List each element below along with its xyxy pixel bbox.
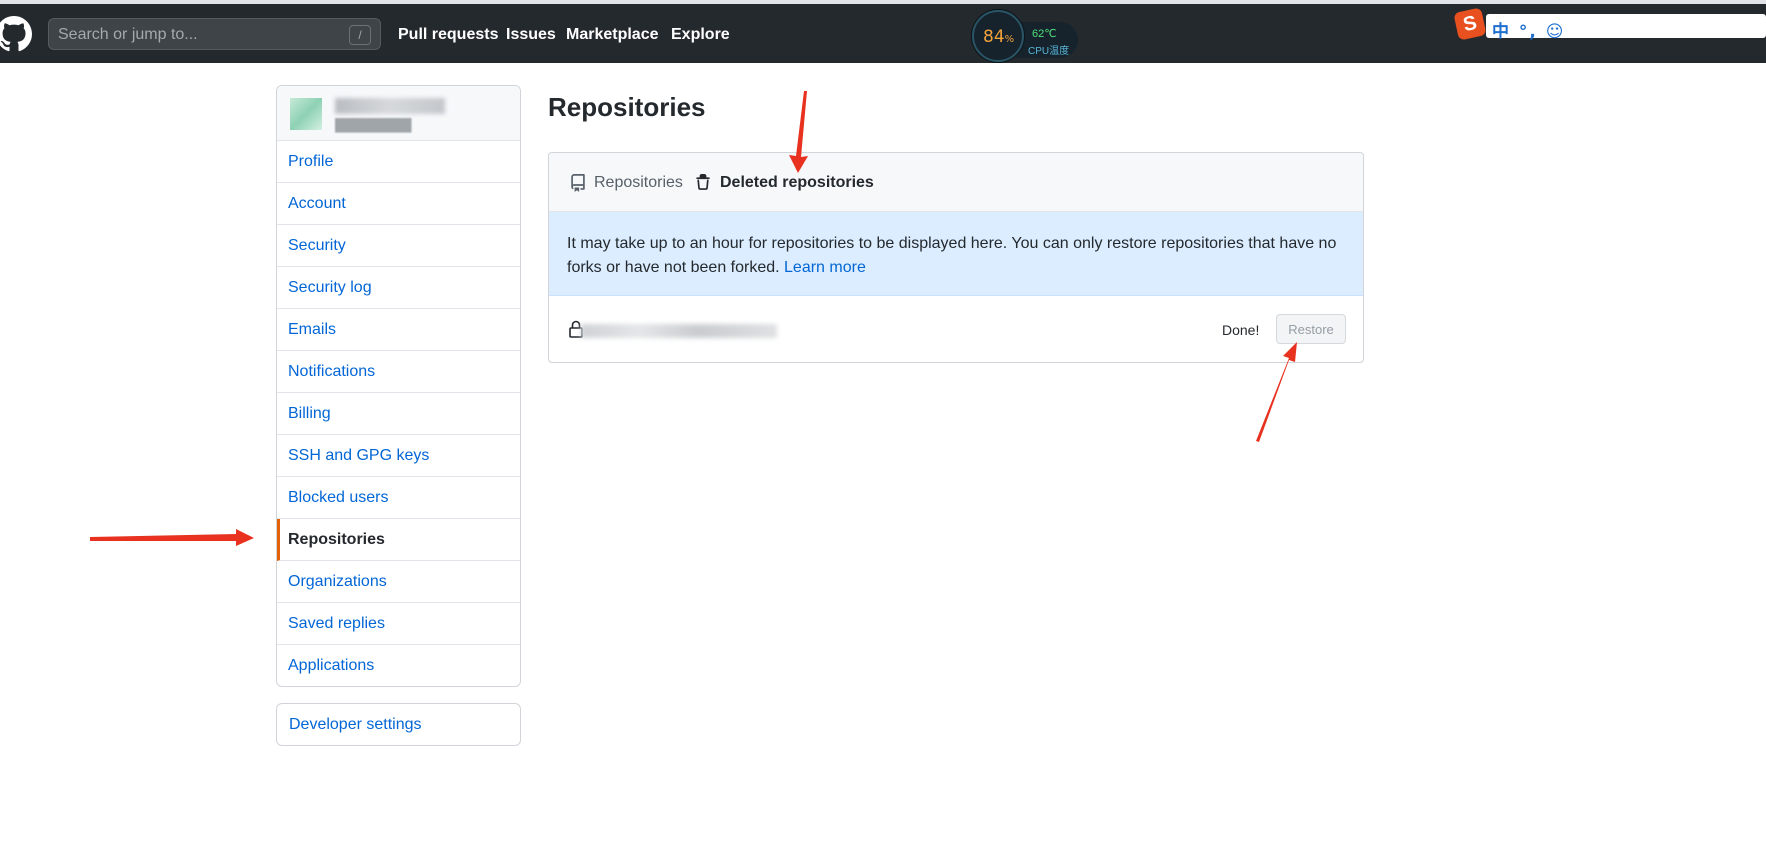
sidebar-item-label: Blocked users bbox=[288, 489, 389, 506]
annotation-arrow-sidebar-repositories bbox=[90, 529, 254, 546]
search-placeholder: Search or jump to... bbox=[58, 26, 198, 43]
cpu-temperature: 62℃ bbox=[1032, 28, 1057, 40]
sidebar-item-label: Saved replies bbox=[288, 615, 385, 632]
sidebar-item-label: Billing bbox=[288, 405, 331, 422]
info-notice-text: It may take up to an hour for repositori… bbox=[567, 235, 1337, 276]
github-logo-icon[interactable] bbox=[0, 16, 32, 52]
sidebar-item-label: Repositories bbox=[288, 531, 385, 548]
sidebar-item-security[interactable]: Security bbox=[277, 225, 520, 267]
sidebar-item-billing[interactable]: Billing bbox=[277, 393, 520, 435]
cpu-load-unit: % bbox=[1004, 34, 1015, 45]
sidebar-item-label: Applications bbox=[288, 657, 375, 674]
sidebar-item-account[interactable]: Account bbox=[277, 183, 520, 225]
sidebar-item-label: Organizations bbox=[288, 573, 387, 590]
tab-deleted-repositories[interactable]: Deleted repositories bbox=[720, 174, 874, 192]
sidebar-item-saved-replies[interactable]: Saved replies bbox=[277, 603, 520, 645]
sidebar-user-header: █████████ bbox=[277, 86, 520, 141]
restore-button[interactable]: Restore bbox=[1276, 314, 1346, 344]
deleted-repo-row: Done! Restore bbox=[549, 296, 1363, 362]
sidebar-item-security-log[interactable]: Security log bbox=[277, 267, 520, 309]
redacted-repo-name bbox=[581, 324, 777, 338]
sidebar-item-notifications[interactable]: Notifications bbox=[277, 351, 520, 393]
page-title: Repositories bbox=[548, 92, 706, 122]
sidebar-item-repositories[interactable]: Repositories bbox=[277, 519, 520, 561]
sidebar-item-emails[interactable]: Emails bbox=[277, 309, 520, 351]
redacted-username bbox=[335, 98, 445, 114]
sidebar-item-label: Emails bbox=[288, 321, 337, 338]
ime-toolbar[interactable]: S 中 °, ☺ bbox=[1452, 7, 1766, 42]
redacted-subtitle: █████████ bbox=[335, 118, 412, 132]
sidebar-item-developer-settings[interactable]: Developer settings bbox=[276, 703, 521, 746]
ime-toolbar-text[interactable]: 中 °, ☺ bbox=[1492, 17, 1566, 42]
sidebar-item-label: Developer settings bbox=[289, 716, 422, 733]
sidebar-item-label: Security bbox=[288, 237, 346, 254]
sidebar-item-label: SSH and GPG keys bbox=[288, 447, 430, 464]
repository-tabs: Repositories Deleted repositories bbox=[549, 153, 1363, 212]
sidebar-item-organizations[interactable]: Organizations bbox=[277, 561, 520, 603]
trash-icon bbox=[696, 174, 710, 190]
avatar[interactable] bbox=[290, 98, 322, 130]
cpu-temperature-label: CPU温度 bbox=[1028, 46, 1070, 57]
repo-icon bbox=[571, 174, 585, 192]
sidebar-item-blocked-users[interactable]: Blocked users bbox=[277, 477, 520, 519]
sidebar-item-label: Profile bbox=[288, 153, 334, 170]
tab-repositories[interactable]: Repositories bbox=[594, 174, 683, 192]
info-notice: It may take up to an hour for repositori… bbox=[549, 212, 1363, 296]
sidebar-item-applications[interactable]: Applications bbox=[277, 645, 520, 686]
sidebar-item-ssh-gpg-keys[interactable]: SSH and GPG keys bbox=[277, 435, 520, 477]
sidebar-item-profile[interactable]: Profile bbox=[277, 141, 520, 183]
cpu-load-value: 84 bbox=[983, 27, 1005, 47]
sogou-s-icon[interactable]: S bbox=[1453, 7, 1487, 41]
restore-status: Done! bbox=[1222, 322, 1260, 338]
search-input[interactable]: Search or jump to... / bbox=[48, 18, 381, 50]
sidebar-item-label: Notifications bbox=[288, 363, 376, 380]
sidebar-item-label: Account bbox=[288, 195, 346, 212]
nav-marketplace[interactable]: Marketplace bbox=[566, 26, 659, 44]
settings-sidebar: █████████ Profile Account Security Secur… bbox=[276, 85, 521, 687]
nav-pull-requests[interactable]: Pull requests bbox=[398, 26, 498, 44]
deleted-repositories-panel: Repositories Deleted repositories It may… bbox=[548, 152, 1364, 363]
annotation-arrows bbox=[90, 91, 1297, 546]
cpu-monitor-widget[interactable]: 84% 62℃ CPU温度 bbox=[972, 10, 1078, 62]
learn-more-link[interactable]: Learn more bbox=[784, 259, 866, 276]
nav-issues[interactable]: Issues bbox=[506, 26, 556, 44]
sidebar-item-label: Security log bbox=[288, 279, 372, 296]
search-shortcut-hint: / bbox=[349, 25, 371, 45]
nav-explore[interactable]: Explore bbox=[671, 26, 730, 44]
